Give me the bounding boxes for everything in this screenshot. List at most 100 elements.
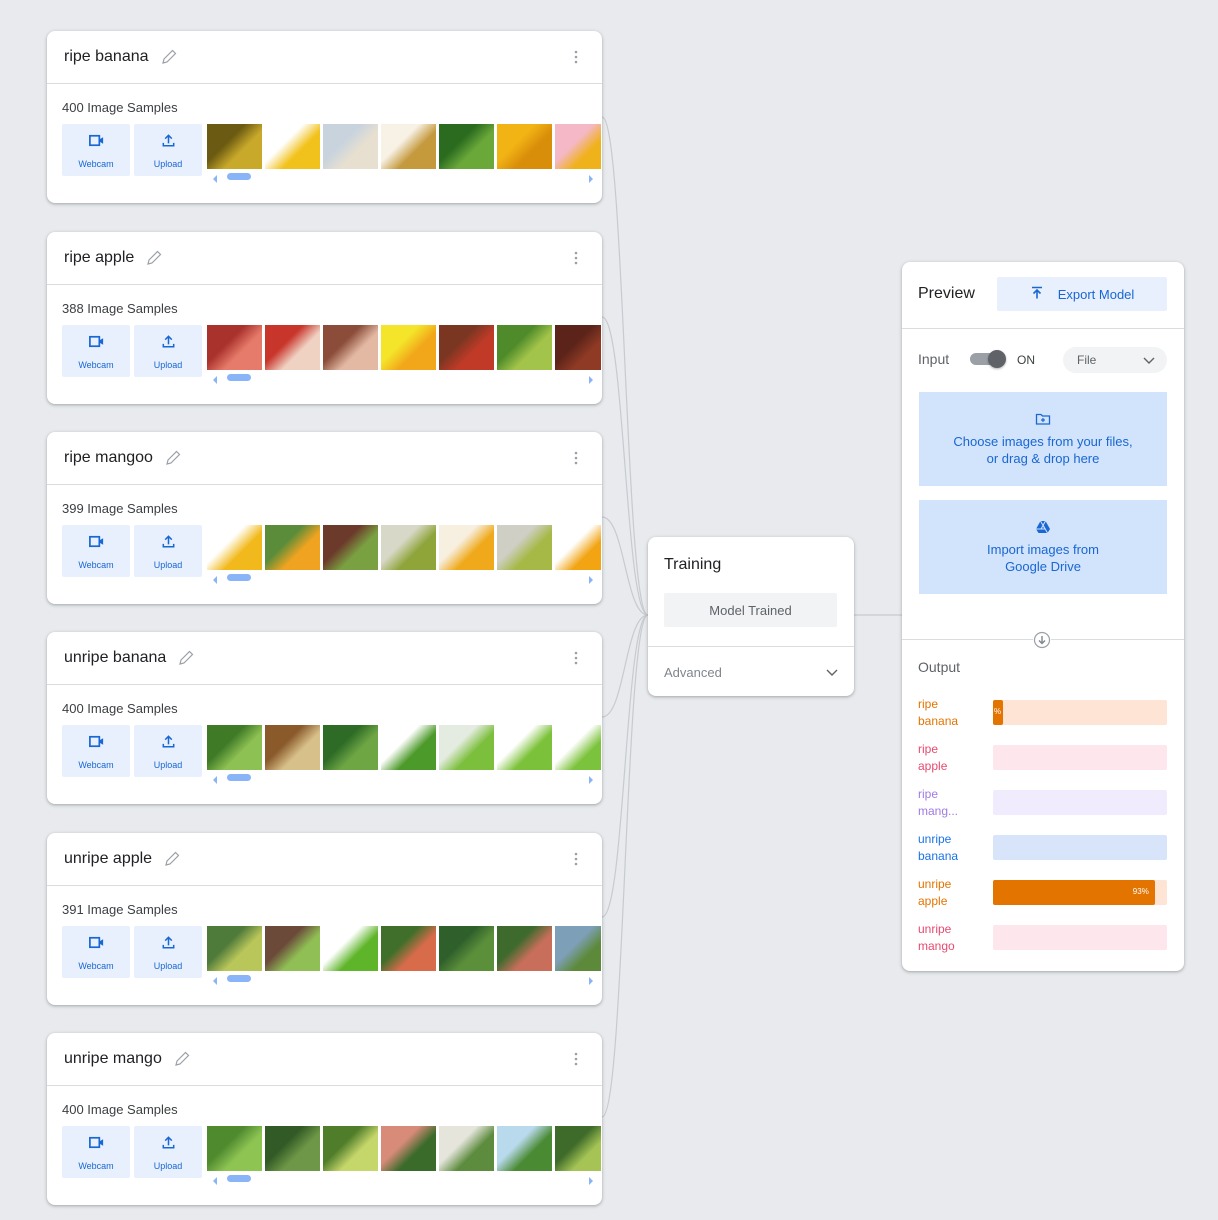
scrollbar-thumb[interactable] bbox=[227, 774, 251, 781]
sample-thumbnail[interactable] bbox=[381, 1126, 436, 1171]
sample-thumbnail[interactable] bbox=[323, 1126, 378, 1171]
class-name[interactable]: ripe banana bbox=[64, 48, 149, 66]
pencil-icon[interactable] bbox=[145, 249, 163, 267]
input-source-select[interactable]: File bbox=[1063, 347, 1167, 373]
sample-thumbnail[interactable] bbox=[555, 124, 601, 169]
sample-thumbnail[interactable] bbox=[207, 725, 262, 770]
webcam-button[interactable]: Webcam bbox=[62, 325, 130, 377]
sample-thumbnail[interactable] bbox=[381, 124, 436, 169]
scroll-left-icon[interactable] bbox=[211, 973, 219, 985]
pencil-icon[interactable] bbox=[163, 850, 181, 868]
sample-thumbnail[interactable] bbox=[323, 325, 378, 370]
pencil-icon[interactable] bbox=[160, 48, 178, 66]
input-toggle[interactable] bbox=[970, 350, 1006, 368]
webcam-button[interactable]: Webcam bbox=[62, 725, 130, 777]
sample-thumbnail[interactable] bbox=[207, 926, 262, 971]
sample-thumbnail[interactable] bbox=[555, 525, 601, 570]
scrollbar-thumb[interactable] bbox=[227, 173, 251, 180]
sample-thumbnail[interactable] bbox=[555, 1126, 601, 1171]
pencil-icon[interactable] bbox=[164, 449, 182, 467]
webcam-button[interactable]: Webcam bbox=[62, 525, 130, 577]
thumbnail-scrollbar[interactable] bbox=[207, 570, 601, 584]
sample-thumbnail[interactable] bbox=[439, 124, 494, 169]
sample-thumbnail[interactable] bbox=[497, 525, 552, 570]
sample-thumbnail[interactable] bbox=[323, 926, 378, 971]
upload-button[interactable]: Upload bbox=[134, 124, 202, 176]
sample-thumbnail[interactable] bbox=[381, 325, 436, 370]
sample-thumbnail[interactable] bbox=[323, 124, 378, 169]
webcam-button[interactable]: Webcam bbox=[62, 1126, 130, 1178]
thumbnail-scrollbar[interactable] bbox=[207, 971, 601, 985]
sample-thumbnail[interactable] bbox=[439, 725, 494, 770]
more-options-icon[interactable] bbox=[567, 850, 585, 868]
scroll-left-icon[interactable] bbox=[211, 772, 219, 784]
webcam-button[interactable]: Webcam bbox=[62, 926, 130, 978]
sample-thumbnail[interactable] bbox=[497, 926, 552, 971]
scroll-right-icon[interactable] bbox=[587, 1173, 595, 1185]
sample-thumbnail[interactable] bbox=[497, 1126, 552, 1171]
scrollbar-thumb[interactable] bbox=[227, 975, 251, 982]
sample-thumbnail[interactable] bbox=[555, 926, 601, 971]
upload-button[interactable]: Upload bbox=[134, 525, 202, 577]
scroll-left-icon[interactable] bbox=[211, 372, 219, 384]
sample-thumbnail[interactable] bbox=[265, 325, 320, 370]
sample-thumbnail[interactable] bbox=[497, 124, 552, 169]
sample-thumbnail[interactable] bbox=[265, 525, 320, 570]
sample-thumbnail[interactable] bbox=[555, 325, 601, 370]
sample-thumbnail[interactable] bbox=[323, 725, 378, 770]
class-name[interactable]: unripe banana bbox=[64, 649, 166, 667]
class-name[interactable]: unripe apple bbox=[64, 850, 152, 868]
class-name[interactable]: ripe apple bbox=[64, 249, 134, 267]
scrollbar-thumb[interactable] bbox=[227, 1175, 251, 1182]
pencil-icon[interactable] bbox=[177, 649, 195, 667]
more-options-icon[interactable] bbox=[567, 249, 585, 267]
scroll-right-icon[interactable] bbox=[587, 772, 595, 784]
more-options-icon[interactable] bbox=[567, 649, 585, 667]
more-options-icon[interactable] bbox=[567, 1050, 585, 1068]
scroll-right-icon[interactable] bbox=[587, 372, 595, 384]
sample-thumbnail[interactable] bbox=[207, 525, 262, 570]
sample-thumbnail[interactable] bbox=[207, 325, 262, 370]
scroll-right-icon[interactable] bbox=[587, 973, 595, 985]
sample-thumbnail[interactable] bbox=[555, 725, 601, 770]
more-options-icon[interactable] bbox=[567, 48, 585, 66]
sample-thumbnail[interactable] bbox=[207, 1126, 262, 1171]
sample-thumbnail[interactable] bbox=[497, 725, 552, 770]
sample-thumbnail[interactable] bbox=[381, 725, 436, 770]
scrollbar-thumb[interactable] bbox=[227, 574, 251, 581]
class-name[interactable]: ripe mangoo bbox=[64, 449, 153, 467]
scroll-left-icon[interactable] bbox=[211, 1173, 219, 1185]
scroll-right-icon[interactable] bbox=[587, 171, 595, 183]
scrollbar-thumb[interactable] bbox=[227, 374, 251, 381]
sample-thumbnail[interactable] bbox=[439, 1126, 494, 1171]
sample-thumbnail[interactable] bbox=[381, 525, 436, 570]
export-model-button[interactable]: Export Model bbox=[997, 277, 1167, 311]
model-trained-button[interactable]: Model Trained bbox=[664, 593, 837, 627]
thumbnail-scrollbar[interactable] bbox=[207, 770, 601, 784]
class-name[interactable]: unripe mango bbox=[64, 1050, 162, 1068]
sample-thumbnail[interactable] bbox=[265, 124, 320, 169]
scroll-left-icon[interactable] bbox=[211, 572, 219, 584]
sample-thumbnail[interactable] bbox=[265, 1126, 320, 1171]
sample-thumbnail[interactable] bbox=[381, 926, 436, 971]
pencil-icon[interactable] bbox=[173, 1050, 191, 1068]
sample-thumbnail[interactable] bbox=[439, 325, 494, 370]
upload-button[interactable]: Upload bbox=[134, 325, 202, 377]
sample-thumbnail[interactable] bbox=[323, 525, 378, 570]
sample-thumbnail[interactable] bbox=[265, 926, 320, 971]
webcam-button[interactable]: Webcam bbox=[62, 124, 130, 176]
thumbnail-scrollbar[interactable] bbox=[207, 1171, 601, 1185]
sample-thumbnail[interactable] bbox=[439, 525, 494, 570]
sample-thumbnail[interactable] bbox=[439, 926, 494, 971]
file-drop-zone[interactable]: Choose images from your files, or drag &… bbox=[919, 392, 1167, 486]
thumbnail-scrollbar[interactable] bbox=[207, 169, 601, 183]
thumbnail-scrollbar[interactable] bbox=[207, 370, 601, 384]
sample-thumbnail[interactable] bbox=[207, 124, 262, 169]
upload-button[interactable]: Upload bbox=[134, 926, 202, 978]
sample-thumbnail[interactable] bbox=[497, 325, 552, 370]
upload-button[interactable]: Upload bbox=[134, 725, 202, 777]
google-drive-import[interactable]: Import images from Google Drive bbox=[919, 500, 1167, 594]
scroll-right-icon[interactable] bbox=[587, 572, 595, 584]
scroll-left-icon[interactable] bbox=[211, 171, 219, 183]
advanced-toggle[interactable]: Advanced bbox=[664, 661, 840, 683]
